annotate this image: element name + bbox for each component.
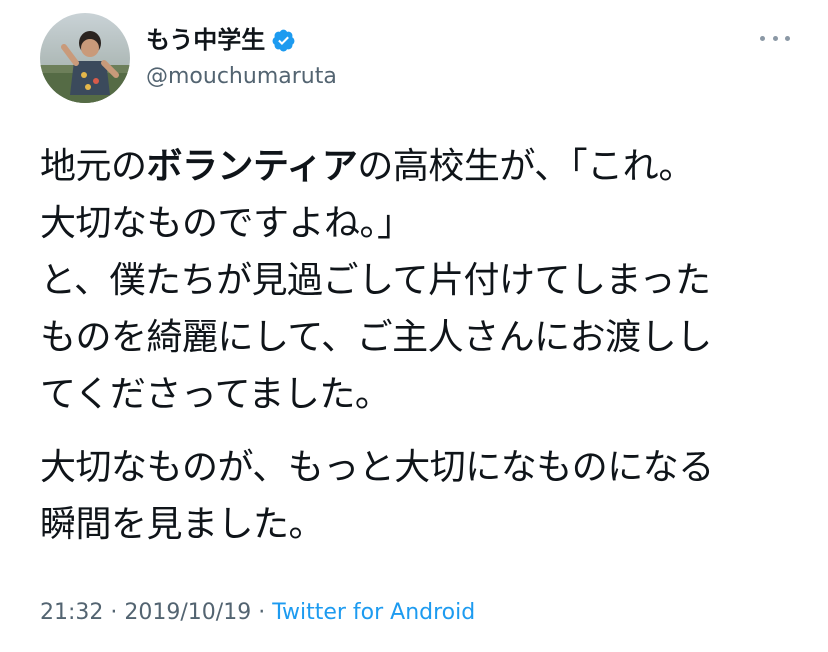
text-line: ものを綺麗にして、ご主人さんにお渡しし (40, 317, 712, 358)
tweet-text: 地元のボランティアの高校生が、「これ。 大切なものですよね。」 と、僕たちが見過… (40, 138, 800, 553)
author-info[interactable]: もう中学生 @mouchumaruta (146, 24, 337, 92)
separator: · (103, 600, 125, 625)
bold-text-segment: ボランティア (146, 146, 358, 187)
more-dot (772, 35, 778, 41)
more-dot (785, 35, 790, 41)
more-options-icon[interactable] (760, 28, 790, 48)
tweet-paragraph-2: 大切なものが、もっと大切になものになる 瞬間を見ました。 (40, 439, 800, 553)
text-line: と、僕たちが見過ごして片付けてしまった (40, 260, 711, 301)
text-segment: の高校生が、「これ。 (357, 146, 694, 187)
display-name[interactable]: もう中学生 (146, 24, 265, 56)
separator: · (251, 600, 273, 625)
name-row: もう中学生 (146, 24, 337, 56)
tweet-paragraph-1: 地元のボランティアの高校生が、「これ。 大切なものですよね。」 と、僕たちが見過… (40, 138, 800, 423)
verified-badge-icon (271, 28, 296, 53)
tweet-time[interactable]: 21:32 (40, 600, 103, 625)
text-line: 大切なものが、もっと大切になものになる (40, 447, 714, 488)
tweet-source-link[interactable]: Twitter for Android (272, 600, 475, 625)
text-line: てくださってました。 (40, 374, 391, 415)
handle[interactable]: @mouchumaruta (146, 62, 337, 92)
tweet-card: もう中学生 @mouchumaruta 地元のボランティアの高校生が、「これ。 … (0, 0, 828, 652)
more-dot (760, 35, 765, 41)
tweet-date[interactable]: 2019/10/19 (124, 600, 251, 625)
text-line: 大切なものですよね。」 (40, 203, 413, 244)
avatar[interactable] (40, 13, 130, 103)
text-line: 瞬間を見ました。 (40, 504, 325, 545)
text-segment: 地元の (40, 146, 147, 187)
tweet-meta: 21:32 · 2019/10/19 · Twitter for Android (40, 598, 475, 628)
